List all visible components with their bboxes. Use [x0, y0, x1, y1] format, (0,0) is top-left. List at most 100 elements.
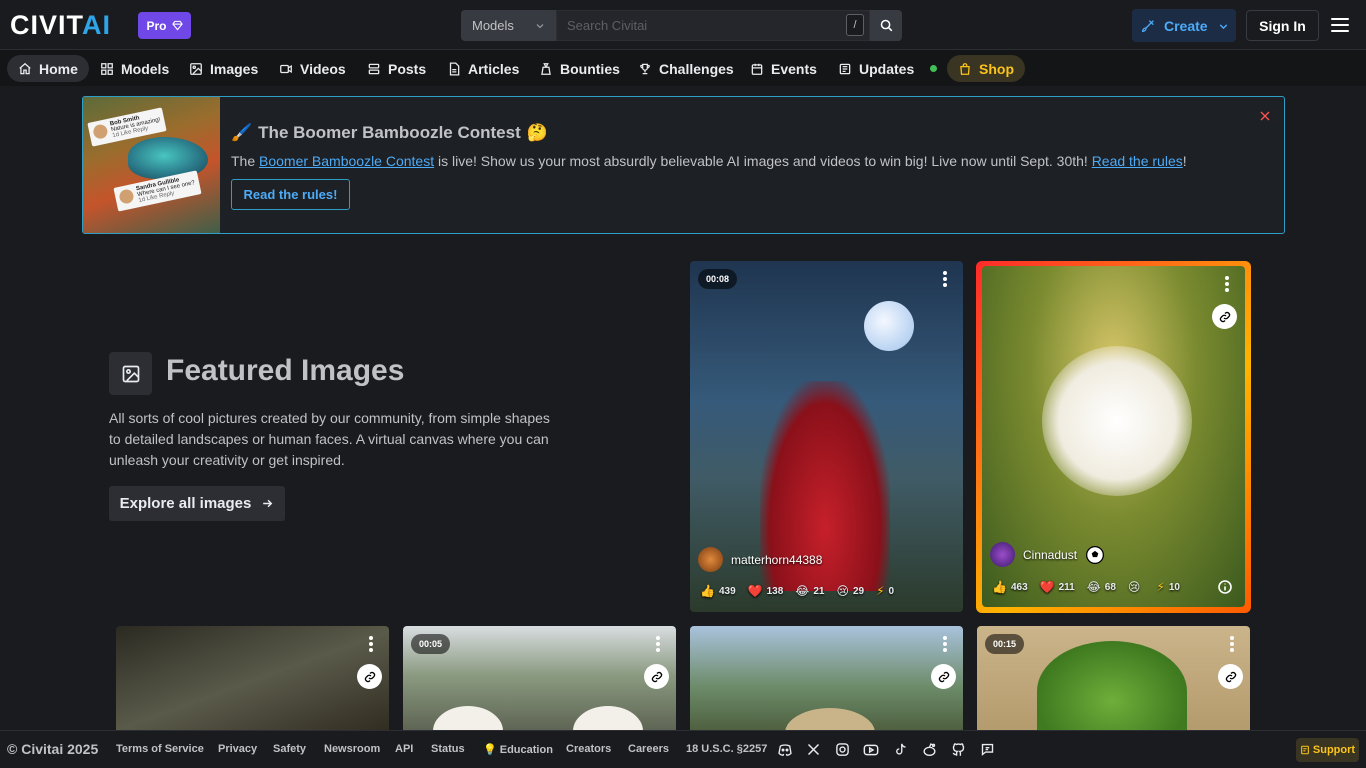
link-icon[interactable] — [931, 664, 956, 689]
search-bar: Models — [461, 10, 902, 41]
image-icon — [189, 62, 203, 76]
nav-posts[interactable]: Posts — [356, 55, 437, 82]
laugh-reaction[interactable]: 😂 21 — [795, 585, 824, 597]
link-icon[interactable] — [357, 664, 382, 689]
footer-link-api[interactable]: API — [395, 743, 413, 755]
image-card[interactable]: 00:08 matterhorn44388 👍 439 ❤️ 138 😂 21 😢 29… — [690, 261, 963, 612]
search-shortcut-hint: / — [846, 14, 864, 36]
more-options-icon[interactable] — [656, 636, 660, 652]
reddit-icon[interactable] — [921, 742, 938, 758]
nav-shop[interactable]: Shop — [947, 55, 1025, 82]
buzz-reaction[interactable]: ⚡ 10 — [1156, 581, 1180, 593]
heart-reaction[interactable]: ❤️ 211 — [1040, 581, 1075, 593]
more-options-icon[interactable] — [1225, 276, 1229, 292]
video-duration-badge: 00:15 — [985, 634, 1025, 654]
footer-link-education[interactable]: 💡 Education — [483, 743, 553, 756]
updates-status-dot — [930, 65, 938, 72]
soccer-ball-icon — [1085, 545, 1105, 565]
explore-all-images-button[interactable]: Explore all images — [109, 486, 285, 521]
support-button[interactable]: Support — [1296, 738, 1359, 762]
feedback-icon[interactable] — [980, 742, 995, 757]
contest-link[interactable]: Boomer Bamboozle Contest — [259, 153, 434, 169]
like-reaction[interactable]: 👍 439 — [700, 585, 736, 597]
card-user[interactable]: matterhorn44388 — [698, 547, 822, 572]
read-rules-button[interactable]: Read the rules! — [231, 179, 350, 210]
search-type-select[interactable]: Models — [461, 10, 556, 41]
banner-image: Bob Smith Nature is amazing! 1d Like Rep… — [83, 97, 220, 233]
video-duration-badge: 00:05 — [411, 634, 451, 654]
chevron-down-icon[interactable] — [1217, 20, 1230, 33]
laugh-reaction[interactable]: 😂 68 — [1087, 581, 1116, 593]
more-options-icon[interactable] — [943, 271, 947, 287]
models-icon — [100, 62, 114, 76]
footer-link-2257[interactable]: 18 U.S.C. §2257 — [686, 743, 767, 755]
main-nav: Home Models Images Videos Posts Articles… — [0, 50, 1366, 86]
image-card[interactable]: 00:15 — [977, 626, 1250, 736]
instagram-icon[interactable] — [835, 742, 850, 757]
reactions-bar: 👍 463 ❤️ 211 😂 68 😢 ⚡ 10 — [992, 581, 1186, 593]
nav-images[interactable]: Images — [178, 55, 269, 82]
cry-reaction[interactable]: 😢 — [1128, 581, 1145, 593]
banner-description: The Boomer Bamboozle Contest is live! Sh… — [231, 153, 1187, 169]
video-icon — [279, 62, 293, 76]
search-button[interactable] — [870, 10, 902, 41]
rules-link[interactable]: Read the rules — [1092, 153, 1183, 169]
discord-icon[interactable] — [777, 742, 793, 758]
copyright: © Civitai 2025 — [7, 741, 99, 757]
nav-updates[interactable]: Updates — [827, 55, 948, 82]
footer-link-careers[interactable]: Careers — [628, 743, 669, 755]
video-duration-badge: 00:08 — [698, 269, 738, 289]
search-input[interactable] — [556, 10, 870, 41]
link-icon[interactable] — [1212, 304, 1237, 329]
nav-articles[interactable]: Articles — [436, 55, 530, 82]
home-icon — [18, 62, 32, 76]
x-twitter-icon[interactable] — [806, 742, 821, 757]
info-icon[interactable] — [1217, 579, 1233, 595]
sign-in-button[interactable]: Sign In — [1246, 10, 1319, 41]
close-icon[interactable] — [1259, 110, 1271, 122]
footer-link-privacy[interactable]: Privacy — [218, 743, 257, 755]
image-card[interactable]: Cinnadust 👍 463 ❤️ 211 😂 68 😢 ⚡ 10 — [982, 266, 1245, 607]
search-icon — [879, 18, 894, 33]
more-options-icon[interactable] — [369, 636, 373, 652]
footer-link-terms[interactable]: Terms of Service — [116, 743, 204, 755]
cry-reaction[interactable]: 😢 29 — [836, 585, 864, 597]
posts-icon — [367, 62, 381, 76]
updates-icon — [838, 62, 852, 76]
more-options-icon[interactable] — [943, 636, 947, 652]
pro-button[interactable]: Pro — [138, 12, 191, 39]
nav-home[interactable]: Home — [7, 55, 89, 82]
create-button[interactable]: Create — [1132, 9, 1236, 42]
like-reaction[interactable]: 👍 463 — [992, 581, 1028, 593]
tiktok-icon[interactable] — [893, 742, 908, 757]
civitai-logo[interactable]: CIVITAI — [10, 12, 111, 39]
github-icon[interactable] — [951, 742, 966, 757]
nav-bounties[interactable]: Bounties — [528, 55, 631, 82]
header: CIVITAI Pro Models / Create Sign In — [0, 0, 1366, 50]
nav-models[interactable]: Models — [89, 55, 180, 82]
menu-icon[interactable] — [1331, 17, 1349, 33]
banner-title: 🖌️ The Boomer Bamboozle Contest 🤔 — [231, 123, 548, 142]
card-user[interactable]: Cinnadust — [990, 542, 1105, 567]
more-options-icon[interactable] — [1230, 636, 1234, 652]
link-icon[interactable] — [1218, 664, 1243, 689]
footer-link-newsroom[interactable]: Newsroom — [324, 743, 380, 755]
footer-link-status[interactable]: Status — [431, 743, 465, 755]
support-icon — [1300, 745, 1310, 755]
buzz-reaction[interactable]: ⚡ 0 — [876, 585, 894, 597]
heart-reaction[interactable]: ❤️ 138 — [748, 585, 784, 597]
image-card[interactable] — [690, 626, 963, 736]
diamond-icon — [171, 20, 183, 31]
image-card[interactable] — [116, 626, 389, 736]
youtube-icon[interactable] — [863, 742, 879, 758]
image-card[interactable]: 00:05 — [403, 626, 676, 736]
nav-videos[interactable]: Videos — [268, 55, 357, 82]
avatar — [698, 547, 723, 572]
footer: © Civitai 2025 Terms of Service Privacy … — [0, 730, 1366, 768]
featured-images-icon — [109, 352, 152, 395]
nav-challenges[interactable]: Challenges — [627, 55, 745, 82]
nav-events[interactable]: Events — [739, 55, 828, 82]
link-icon[interactable] — [644, 664, 669, 689]
footer-link-safety[interactable]: Safety — [273, 743, 306, 755]
footer-link-creators[interactable]: Creators — [566, 743, 611, 755]
